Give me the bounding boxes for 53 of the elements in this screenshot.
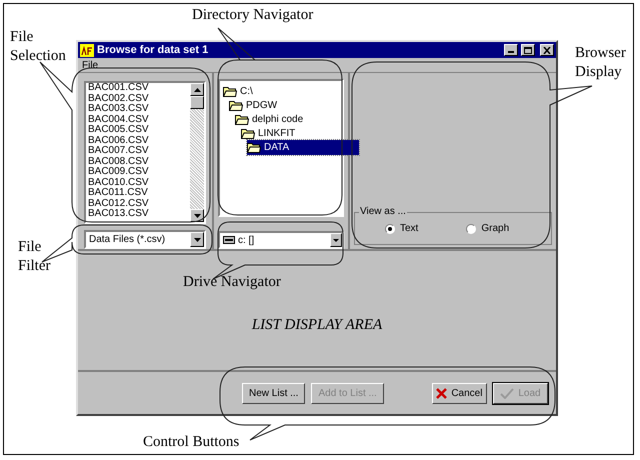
radio-button[interactable] bbox=[466, 224, 476, 234]
folder-icon bbox=[223, 86, 237, 96]
annotation-label: Control Buttons bbox=[143, 433, 240, 452]
radio-option[interactable]: Text bbox=[385, 221, 418, 236]
annotation-label: File Filter bbox=[18, 238, 52, 276]
annotation-label: File Selection bbox=[10, 28, 67, 66]
annotation-label: Drive Navigator bbox=[183, 273, 282, 292]
list-display-area-label: LIST DISPLAY AREA bbox=[252, 316, 382, 336]
scrollbar[interactable] bbox=[190, 83, 204, 222]
list-item[interactable]: BAC013.CSV bbox=[88, 209, 149, 220]
scroll-thumb[interactable] bbox=[190, 96, 204, 109]
list-item[interactable]: BAC007.CSV bbox=[88, 146, 149, 156]
drive-dropdown[interactable]: c: [] bbox=[218, 231, 344, 249]
folder-icon bbox=[241, 128, 255, 138]
list-item[interactable]: BAC004.CSV bbox=[88, 114, 149, 125]
window-title: Browse for data set 1 bbox=[97, 42, 210, 58]
close-icon bbox=[543, 46, 551, 54]
folder-icon bbox=[247, 142, 261, 152]
folder-icon bbox=[229, 100, 243, 110]
folder-item[interactable]: PDGW bbox=[229, 98, 278, 112]
list-item[interactable]: BAC001.CSV bbox=[88, 83, 149, 94]
list-item[interactable]: BAC002.CSV bbox=[88, 94, 149, 104]
list-item[interactable]: BAC008.CSV bbox=[88, 156, 149, 167]
annotation-label: Directory Navigator bbox=[192, 6, 314, 25]
cross-icon bbox=[436, 388, 448, 398]
folder-item[interactable]: DATA bbox=[247, 140, 360, 154]
list-item[interactable]: BAC010.CSV bbox=[88, 178, 149, 188]
app-icon bbox=[80, 44, 94, 56]
scroll-down-button[interactable] bbox=[190, 209, 204, 222]
list-item[interactable]: BAC003.CSV bbox=[88, 104, 149, 114]
annotation-label: Browser Display bbox=[575, 44, 627, 82]
up-arrow-icon bbox=[194, 88, 200, 92]
drive-icon bbox=[223, 236, 235, 244]
maximize-button[interactable] bbox=[521, 44, 535, 56]
scroll-up-button[interactable] bbox=[190, 83, 204, 96]
radio-button[interactable] bbox=[385, 224, 395, 234]
folder-icon bbox=[235, 114, 249, 124]
cancel-button[interactable]: Cancel bbox=[432, 382, 487, 404]
list-item[interactable]: BAC006.CSV bbox=[88, 136, 149, 146]
list-item[interactable]: BAC009.CSV bbox=[88, 167, 149, 178]
close-button[interactable] bbox=[540, 44, 554, 56]
folder-item[interactable]: delphi code bbox=[235, 112, 304, 126]
list-item[interactable]: BAC005.CSV bbox=[88, 125, 149, 136]
folder-item[interactable]: C:\ bbox=[223, 84, 253, 98]
folder-item[interactable]: LINKFIT bbox=[241, 126, 296, 140]
minimize-button[interactable] bbox=[504, 44, 518, 56]
check-icon bbox=[500, 388, 514, 398]
radio-option[interactable]: Graph bbox=[466, 221, 510, 236]
list-item[interactable]: BAC011.CSV bbox=[88, 188, 148, 198]
button[interactable]: New List ... bbox=[242, 382, 306, 404]
list-item[interactable]: BAC012.CSV bbox=[88, 198, 149, 209]
down-arrow-icon bbox=[194, 214, 200, 218]
filter-dropdown[interactable]: Data Files (*.csv) bbox=[84, 230, 206, 249]
